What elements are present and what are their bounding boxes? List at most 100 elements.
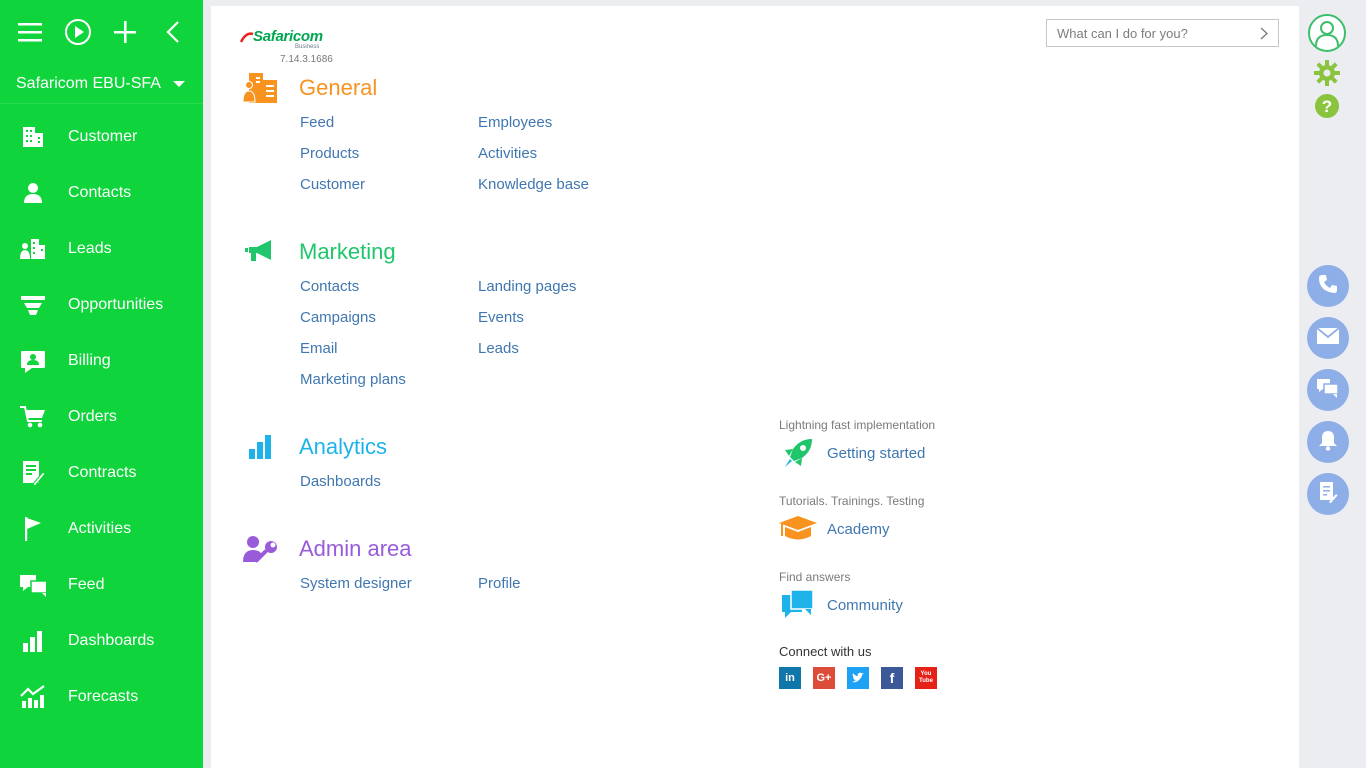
sidebar-item-activities[interactable]: Activities	[0, 501, 203, 557]
sidebar-item-label: Feed	[68, 576, 105, 593]
search-box[interactable]	[1046, 19, 1279, 47]
sidebar-item-customer[interactable]: Customer	[0, 109, 203, 165]
link-campaigns[interactable]: Campaigns	[300, 309, 376, 326]
phone-icon	[1318, 274, 1338, 299]
sidebar-item-billing[interactable]: Billing	[0, 333, 203, 389]
sidebar-item-opportunities[interactable]: Opportunities	[0, 277, 203, 333]
chat-button[interactable]	[1307, 369, 1349, 411]
version-label: 7.14.3.1686	[280, 54, 333, 65]
twitter-icon[interactable]	[847, 667, 869, 689]
chat-icon	[20, 572, 46, 598]
link-profile[interactable]: Profile	[478, 575, 521, 592]
chevron-right-icon[interactable]	[1260, 27, 1268, 40]
link-feed[interactable]: Feed	[300, 114, 334, 131]
email-button[interactable]	[1307, 317, 1349, 359]
collapse-icon[interactable]	[158, 17, 188, 47]
sidebar-item-forecasts[interactable]: Forecasts	[0, 669, 203, 725]
phone-button[interactable]	[1307, 265, 1349, 307]
bell-icon	[1318, 429, 1338, 456]
flag-icon	[20, 516, 46, 542]
link-activities[interactable]: Activities	[478, 145, 537, 162]
menu-icon[interactable]	[15, 17, 45, 47]
link-knowledge-base[interactable]: Knowledge base	[478, 176, 589, 193]
linkedin-icon[interactable]: in	[779, 667, 801, 689]
graduation-cap-icon	[779, 512, 817, 546]
add-icon[interactable]	[110, 17, 140, 47]
connect-caption: Connect with us	[779, 644, 872, 659]
link-events[interactable]: Events	[478, 309, 524, 326]
contract-icon	[20, 460, 46, 486]
funnel-icon	[20, 292, 46, 318]
section-admin-area: Admin area System designer Profile	[243, 531, 521, 607]
link-marketing-plans[interactable]: Marketing plans	[300, 371, 406, 388]
sidebar-toolbar	[0, 0, 203, 64]
link-products[interactable]: Products	[300, 145, 359, 162]
social-links: in G+ f You Tube	[779, 667, 1039, 689]
help-links: Lightning fast implementation Getting st…	[779, 418, 1039, 689]
chat-bubbles-icon	[1317, 378, 1339, 403]
sidebar-item-dashboards[interactable]: Dashboards	[0, 613, 203, 669]
sidebar-nav: Customer Contacts Leads Opportunities Bi…	[0, 109, 203, 725]
forecast-icon	[20, 684, 46, 710]
bar-chart-icon	[20, 628, 46, 654]
gear-icon[interactable]	[1314, 60, 1340, 91]
link-dashboards[interactable]: Dashboards	[300, 473, 381, 490]
sidebar-item-label: Leads	[68, 240, 112, 257]
sidebar-item-feed[interactable]: Feed	[0, 557, 203, 613]
academy-link[interactable]: Academy	[827, 521, 890, 538]
section-title-analytics: Analytics	[299, 434, 388, 459]
link-employees[interactable]: Employees	[478, 114, 552, 131]
general-icon	[243, 72, 279, 104]
academy-row: Academy	[779, 512, 1039, 546]
getting-started-caption: Lightning fast implementation	[779, 418, 936, 432]
sidebar: Safaricom EBU-SFA Customer Contacts Lead…	[0, 0, 203, 768]
academy-caption: Tutorials. Trainings. Testing	[779, 494, 925, 508]
notifications-button[interactable]	[1307, 421, 1349, 463]
person-icon	[20, 180, 46, 206]
sidebar-item-label: Opportunities	[68, 296, 164, 313]
megaphone-icon	[243, 236, 279, 268]
rocket-icon	[779, 436, 817, 470]
link-email[interactable]: Email	[300, 340, 338, 357]
workspace-selector[interactable]: Safaricom EBU-SFA	[0, 64, 203, 104]
user-avatar-icon[interactable]	[1307, 13, 1347, 58]
link-customer[interactable]: Customer	[300, 176, 365, 193]
sidebar-item-label: Orders	[68, 408, 117, 425]
admin-icon	[243, 533, 279, 565]
community-link[interactable]: Community	[827, 597, 903, 614]
sidebar-item-contracts[interactable]: Contracts	[0, 445, 203, 501]
search-input[interactable]	[1057, 25, 1247, 41]
link-system-designer[interactable]: System designer	[300, 575, 412, 592]
sidebar-item-label: Customer	[68, 128, 138, 145]
getting-started-link[interactable]: Getting started	[827, 445, 925, 462]
section-title-general: General	[299, 75, 378, 100]
getting-started-row: Getting started	[779, 436, 1039, 470]
brand-sub: Business	[295, 44, 320, 50]
google-plus-icon[interactable]: G+	[813, 667, 835, 689]
sidebar-item-contacts[interactable]: Contacts	[0, 165, 203, 221]
safaricom-logo: Safaricom Business 7.14.3.1686	[240, 28, 333, 65]
youtube-icon[interactable]: You Tube	[915, 667, 937, 689]
play-icon[interactable]	[63, 17, 93, 47]
link-leads[interactable]: Leads	[478, 340, 519, 357]
link-landing-pages[interactable]: Landing pages	[478, 278, 576, 295]
sidebar-item-orders[interactable]: Orders	[0, 389, 203, 445]
section-analytics: Analytics Dashboards	[243, 429, 387, 505]
profile-area: ?	[1307, 13, 1347, 124]
billing-icon	[20, 348, 46, 374]
document-icon	[1318, 481, 1338, 508]
sidebar-item-label: Activities	[68, 520, 132, 537]
cart-icon	[20, 404, 46, 430]
facebook-icon[interactable]: f	[881, 667, 903, 689]
sidebar-item-label: Billing	[68, 352, 111, 369]
community-row: Community	[779, 588, 1039, 622]
community-icon	[779, 588, 817, 622]
sidebar-item-leads[interactable]: Leads	[0, 221, 203, 277]
sidebar-item-label: Contacts	[68, 184, 132, 201]
section-general: General Feed Products Customer Employees…	[243, 70, 589, 206]
help-icon[interactable]: ?	[1314, 93, 1340, 124]
link-contacts[interactable]: Contacts	[300, 278, 359, 295]
tasks-button[interactable]	[1307, 473, 1349, 515]
right-toolbar: ?	[1299, 0, 1366, 768]
sidebar-item-label: Dashboards	[68, 632, 155, 649]
